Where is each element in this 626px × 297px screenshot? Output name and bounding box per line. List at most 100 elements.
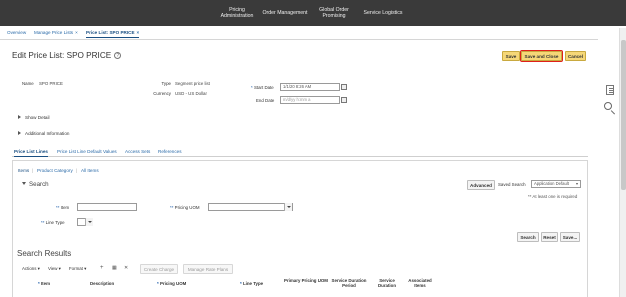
column-header-associated-items[interactable]: Associated Items — [404, 278, 436, 288]
tab-manage-price-lists-label: Manage Price Lists — [34, 30, 74, 35]
column-header-item[interactable]: * Item — [38, 281, 62, 286]
chevron-down-icon: ▾ — [37, 266, 40, 271]
item-label-text: Item — [60, 205, 70, 210]
required-marker: ** — [56, 205, 60, 210]
subtab-price-list-lines[interactable]: Price List Lines — [14, 149, 48, 157]
add-icon[interactable]: + — [100, 265, 104, 271]
saved-search-label: Saved Search — [498, 182, 526, 187]
name-value: SPO PRICE — [39, 81, 63, 86]
show-detail-toggle[interactable]: Show Detail — [18, 115, 50, 120]
start-date-field[interactable]: 1/1/20 8:26 AM — [280, 83, 340, 91]
expand-triangle-icon — [18, 115, 21, 119]
search-button[interactable]: Search — [517, 232, 539, 242]
product-category-link[interactable]: Product Category — [37, 168, 73, 173]
reset-button[interactable]: Reset — [541, 232, 558, 242]
currency-value: USD - US Dollar — [175, 91, 207, 96]
chevron-down-icon: ▾ — [58, 266, 61, 271]
create-charge-button[interactable]: Create Charge — [140, 264, 178, 274]
save-button[interactable]: Save — [502, 51, 520, 61]
page-title: Edit Price List: SPO PRICE? — [12, 51, 122, 60]
column-header-line-type[interactable]: * Line Type — [240, 281, 276, 286]
required-marker: ** — [170, 205, 174, 210]
subtab-references[interactable]: References — [158, 149, 182, 154]
delete-icon[interactable]: ✕ — [124, 265, 128, 271]
help-icon[interactable]: ? — [114, 52, 122, 59]
items-link[interactable]: Items — [18, 168, 29, 173]
page-title-text: Edit Price List: SPO PRICE — [12, 51, 112, 60]
collapse-triangle-icon — [22, 182, 26, 185]
start-date-label: * Start Date — [251, 85, 274, 90]
required-marker: * — [240, 281, 242, 286]
tab-overview-label: Overview — [7, 30, 27, 35]
column-header-line-type-text: Line Type — [242, 281, 264, 286]
view-menu[interactable]: View ▾ — [48, 266, 61, 272]
vertical-scrollbar[interactable] — [619, 28, 626, 297]
pricing-uom-label: ** Pricing UOM — [170, 205, 200, 210]
page-tab-bar: Overview Manage Price Lists × Price List:… — [0, 28, 598, 40]
close-icon[interactable]: × — [137, 30, 140, 35]
format-menu[interactable]: Format ▾ — [69, 266, 86, 272]
item-input[interactable] — [77, 203, 137, 211]
actions-menu[interactable]: Actions ▾ — [22, 266, 40, 272]
chevron-down-icon[interactable] — [85, 218, 93, 226]
tab-price-list-spo-price[interactable]: Price List: SPO PRICE × — [86, 30, 140, 38]
search-icon[interactable] — [604, 102, 616, 116]
tab-price-list-label: Price List: SPO PRICE — [86, 30, 135, 35]
chevron-down-icon[interactable] — [284, 203, 292, 211]
subtab-access-sets[interactable]: Access Sets — [125, 149, 150, 154]
start-date-label-text: Start Date — [253, 85, 274, 90]
column-header-primary-pricing-uom[interactable]: Primary Pricing UOM — [284, 278, 328, 283]
save-and-close-button[interactable]: Save and Close — [520, 50, 563, 62]
line-type-label: ** Line Type — [41, 220, 65, 225]
tab-manage-price-lists[interactable]: Manage Price Lists × — [34, 30, 78, 35]
export-icon[interactable]: ▦ — [112, 265, 117, 271]
name-label: Name — [22, 81, 34, 86]
close-icon[interactable]: × — [75, 30, 78, 35]
save-search-button[interactable]: Save... — [560, 232, 580, 242]
search-results-title: Search Results — [17, 249, 72, 258]
calendar-icon[interactable] — [341, 84, 347, 90]
scrollbar-thumb[interactable] — [621, 40, 626, 190]
column-header-description[interactable]: Description — [90, 281, 130, 286]
separator: | — [32, 168, 34, 173]
at-least-one-required-note: ** At least one is required — [528, 194, 578, 199]
required-marker: * — [157, 281, 159, 286]
search-title-text: Search — [29, 181, 49, 188]
search-section-title[interactable]: Search — [22, 181, 49, 188]
additional-information-toggle[interactable]: Additional Information — [18, 131, 69, 136]
additional-information-label: Additional Information — [25, 131, 70, 136]
currency-label: Currency — [153, 91, 171, 96]
all-items-link[interactable]: All Items — [81, 168, 99, 173]
nav-global-order-promising[interactable]: Global Order Promising — [312, 0, 356, 26]
saved-search-select[interactable]: Application Default ▾ — [531, 180, 581, 188]
end-date-field[interactable]: m/d/yy h:mm a — [280, 96, 340, 104]
top-navigation-bar: Pricing Administration Order Management … — [0, 0, 626, 26]
expand-triangle-icon — [18, 131, 21, 135]
type-label: Type — [161, 81, 171, 86]
chevron-down-icon: ▾ — [575, 181, 578, 186]
nav-pricing-administration[interactable]: Pricing Administration — [216, 0, 258, 26]
actions-label: Actions — [22, 266, 37, 271]
advanced-button[interactable]: Advanced — [467, 180, 495, 190]
separator: | — [76, 168, 78, 173]
pricing-uom-select[interactable] — [208, 203, 293, 211]
cancel-button[interactable]: Cancel — [565, 51, 586, 61]
show-detail-label: Show Detail — [25, 115, 50, 120]
column-header-item-text: Item — [40, 281, 50, 286]
column-header-service-duration[interactable]: Service Duration — [372, 278, 402, 288]
subtab-price-list-line-default-values[interactable]: Price List Line Default Values — [57, 149, 117, 154]
required-marker: ** — [41, 220, 45, 225]
column-header-service-duration-period[interactable]: Service Duration Period — [328, 278, 370, 288]
chevron-down-icon: ▾ — [84, 266, 87, 271]
column-header-pricing-uom[interactable]: * Pricing UOM — [157, 281, 201, 286]
required-marker: * — [38, 281, 40, 286]
nav-service-logistics[interactable]: Service Logistics — [356, 0, 410, 26]
document-icon[interactable] — [606, 85, 614, 95]
required-marker: * — [251, 85, 253, 90]
tab-overview[interactable]: Overview — [7, 30, 26, 35]
manage-rate-plans-button[interactable]: Manage Rate Plans — [183, 264, 233, 274]
nav-order-management[interactable]: Order Management — [258, 0, 312, 26]
calendar-icon[interactable] — [341, 97, 347, 103]
price-list-subtabs: Price List Lines Price List Line Default… — [12, 147, 588, 157]
item-label: ** Item — [56, 205, 69, 210]
